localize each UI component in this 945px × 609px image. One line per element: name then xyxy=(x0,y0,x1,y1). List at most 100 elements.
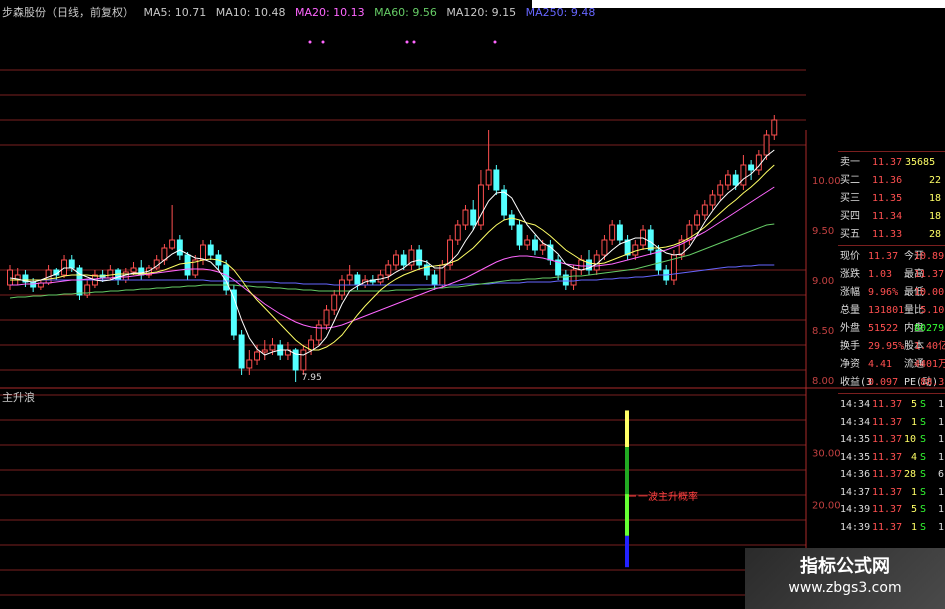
ma250-readout: MA250: 9.48 xyxy=(526,6,596,19)
candle-body xyxy=(771,119,778,136)
price-tick-label: 9.00 xyxy=(812,276,834,287)
candle-body xyxy=(338,279,345,296)
quote-row: 涨跌 1.03 最高 11.37 xyxy=(838,266,945,283)
panel-divider xyxy=(838,151,945,152)
candle-body xyxy=(261,349,268,353)
ma250-label: MA250: xyxy=(525,6,568,19)
book-volume: 35685 xyxy=(905,157,936,168)
candle-body xyxy=(655,249,662,271)
ma20-value: 10.13 xyxy=(333,6,365,19)
quote-row: 现价 11.37 今开 10.89 xyxy=(838,248,945,265)
ma10-label: MA10: xyxy=(215,6,251,19)
book-volume: 18 xyxy=(929,211,942,222)
book-label: 买四 xyxy=(840,211,860,222)
watermark: 指标公式网 www.zbgs3.com xyxy=(745,548,945,609)
candle-body xyxy=(462,209,469,226)
candle-body xyxy=(632,244,639,256)
tick-row: 14:39 11.37 5 S 1 xyxy=(838,501,945,518)
candle-body xyxy=(331,294,338,311)
quote-label: 现价 xyxy=(840,251,860,262)
tick-time: 14:35 xyxy=(840,451,871,463)
tick-count: 1 xyxy=(938,486,945,498)
kline-chart[interactable]: 10.00 9.50 9.00 8.50 8.00 7.95 30.00 20.00 一波主升概… xyxy=(0,0,945,609)
candle-body xyxy=(516,224,523,246)
tick-time: 14:36 xyxy=(840,469,871,480)
ma10-value: 10.48 xyxy=(253,6,286,19)
candle-body xyxy=(238,334,245,369)
quote-value: 1.40亿 xyxy=(914,341,945,352)
tick-time: 14:37 xyxy=(840,486,871,498)
quote-label: 净资 xyxy=(840,359,860,370)
quote-value: 131801 xyxy=(868,305,905,316)
signal-bar-segment xyxy=(625,447,629,495)
tick-price: 11.37 xyxy=(872,416,903,428)
candle-body xyxy=(315,324,322,341)
candle-body xyxy=(539,244,546,251)
candle-body xyxy=(701,204,708,216)
candle-body xyxy=(763,134,770,156)
candle-body xyxy=(385,264,392,276)
marker-dot xyxy=(493,40,497,44)
ma5-value: 10.71 xyxy=(174,6,207,19)
candle-body xyxy=(107,269,114,279)
candle-body xyxy=(416,249,423,266)
tick-time: 14:34 xyxy=(840,399,871,410)
quote-value: 5.10 xyxy=(920,305,945,316)
candle-body xyxy=(115,269,122,281)
tick-time: 14:39 xyxy=(840,521,871,533)
candle-body xyxy=(531,239,538,251)
candle-body xyxy=(130,267,137,273)
tick-volume: 5 xyxy=(911,399,918,410)
tick-count: 1 xyxy=(938,399,945,410)
book-volume: 28 xyxy=(929,229,942,240)
candle-body xyxy=(508,214,515,226)
quote-row: 收益(3 0.097 PE(动) 88.3 xyxy=(838,374,945,391)
tick-volume: 1 xyxy=(911,521,918,533)
tick-time: 14:35 xyxy=(840,434,871,445)
tick-row: 14:36 11.37 28 S 6 xyxy=(838,466,945,483)
candle-body xyxy=(393,254,399,266)
candle-body xyxy=(601,239,608,256)
quote-row: 外盘 51522 内盘 80279 xyxy=(838,320,945,337)
quote-value: 11.37 xyxy=(868,251,899,262)
ma120-label: MA120: xyxy=(446,6,489,19)
tick-row: 14:34 11.37 1 S 1 xyxy=(838,414,945,431)
ma5-label: MA5: xyxy=(143,6,172,19)
signal-bar-segment xyxy=(625,535,629,568)
quote-label: 总量 xyxy=(840,305,860,316)
candle-body xyxy=(354,274,361,286)
book-price: 11.36 xyxy=(872,175,903,186)
candle-body xyxy=(524,239,531,246)
quote-row: 涨幅 9.96% 最低 10.00 xyxy=(838,284,945,301)
quote-value: 51522 xyxy=(868,323,899,334)
candle-body xyxy=(454,224,461,241)
ma250-value: 9.48 xyxy=(570,6,596,19)
order-book-row: 买四 11.34 18 xyxy=(838,208,945,225)
quote-row: 换手 29.95% 股本 1.40亿 xyxy=(838,338,945,355)
watermark-line1: 指标公式网 xyxy=(800,556,890,577)
candle-body xyxy=(323,309,330,326)
tick-row: 14:34 11.37 5 S 1 xyxy=(838,396,945,413)
candle-body xyxy=(431,274,438,286)
chart-title-bar: 步森股份（日线，前复权） MA5: 10.71 MA10: 10.48 MA20… xyxy=(2,4,601,20)
quote-row: 总量 131801 量比 5.10 xyxy=(838,302,945,319)
tick-side: S xyxy=(920,399,927,410)
order-book-row: 卖一 11.37 35685 xyxy=(838,154,945,171)
quote-label: 涨跌 xyxy=(840,269,860,280)
marker-dot xyxy=(308,40,312,44)
candle-body xyxy=(748,164,755,171)
candle-body xyxy=(169,239,176,249)
book-price: 11.35 xyxy=(872,193,903,204)
ma60-label: MA60: xyxy=(374,6,409,19)
quote-label: 换手 xyxy=(840,341,860,352)
tick-row: 14:37 11.37 1 S 1 xyxy=(838,484,945,501)
tick-price: 11.37 xyxy=(872,486,903,498)
book-volume: 18 xyxy=(929,193,942,204)
tick-price: 11.37 xyxy=(872,451,903,463)
tick-volume: 5 xyxy=(911,504,918,515)
tick-row: 14:35 11.37 4 S 1 xyxy=(838,449,945,466)
tick-volume: 10 xyxy=(904,434,917,445)
candle-body xyxy=(254,351,261,361)
quote-value: 29.95% xyxy=(868,341,905,352)
price-tick-label: 10.00 xyxy=(812,176,841,187)
